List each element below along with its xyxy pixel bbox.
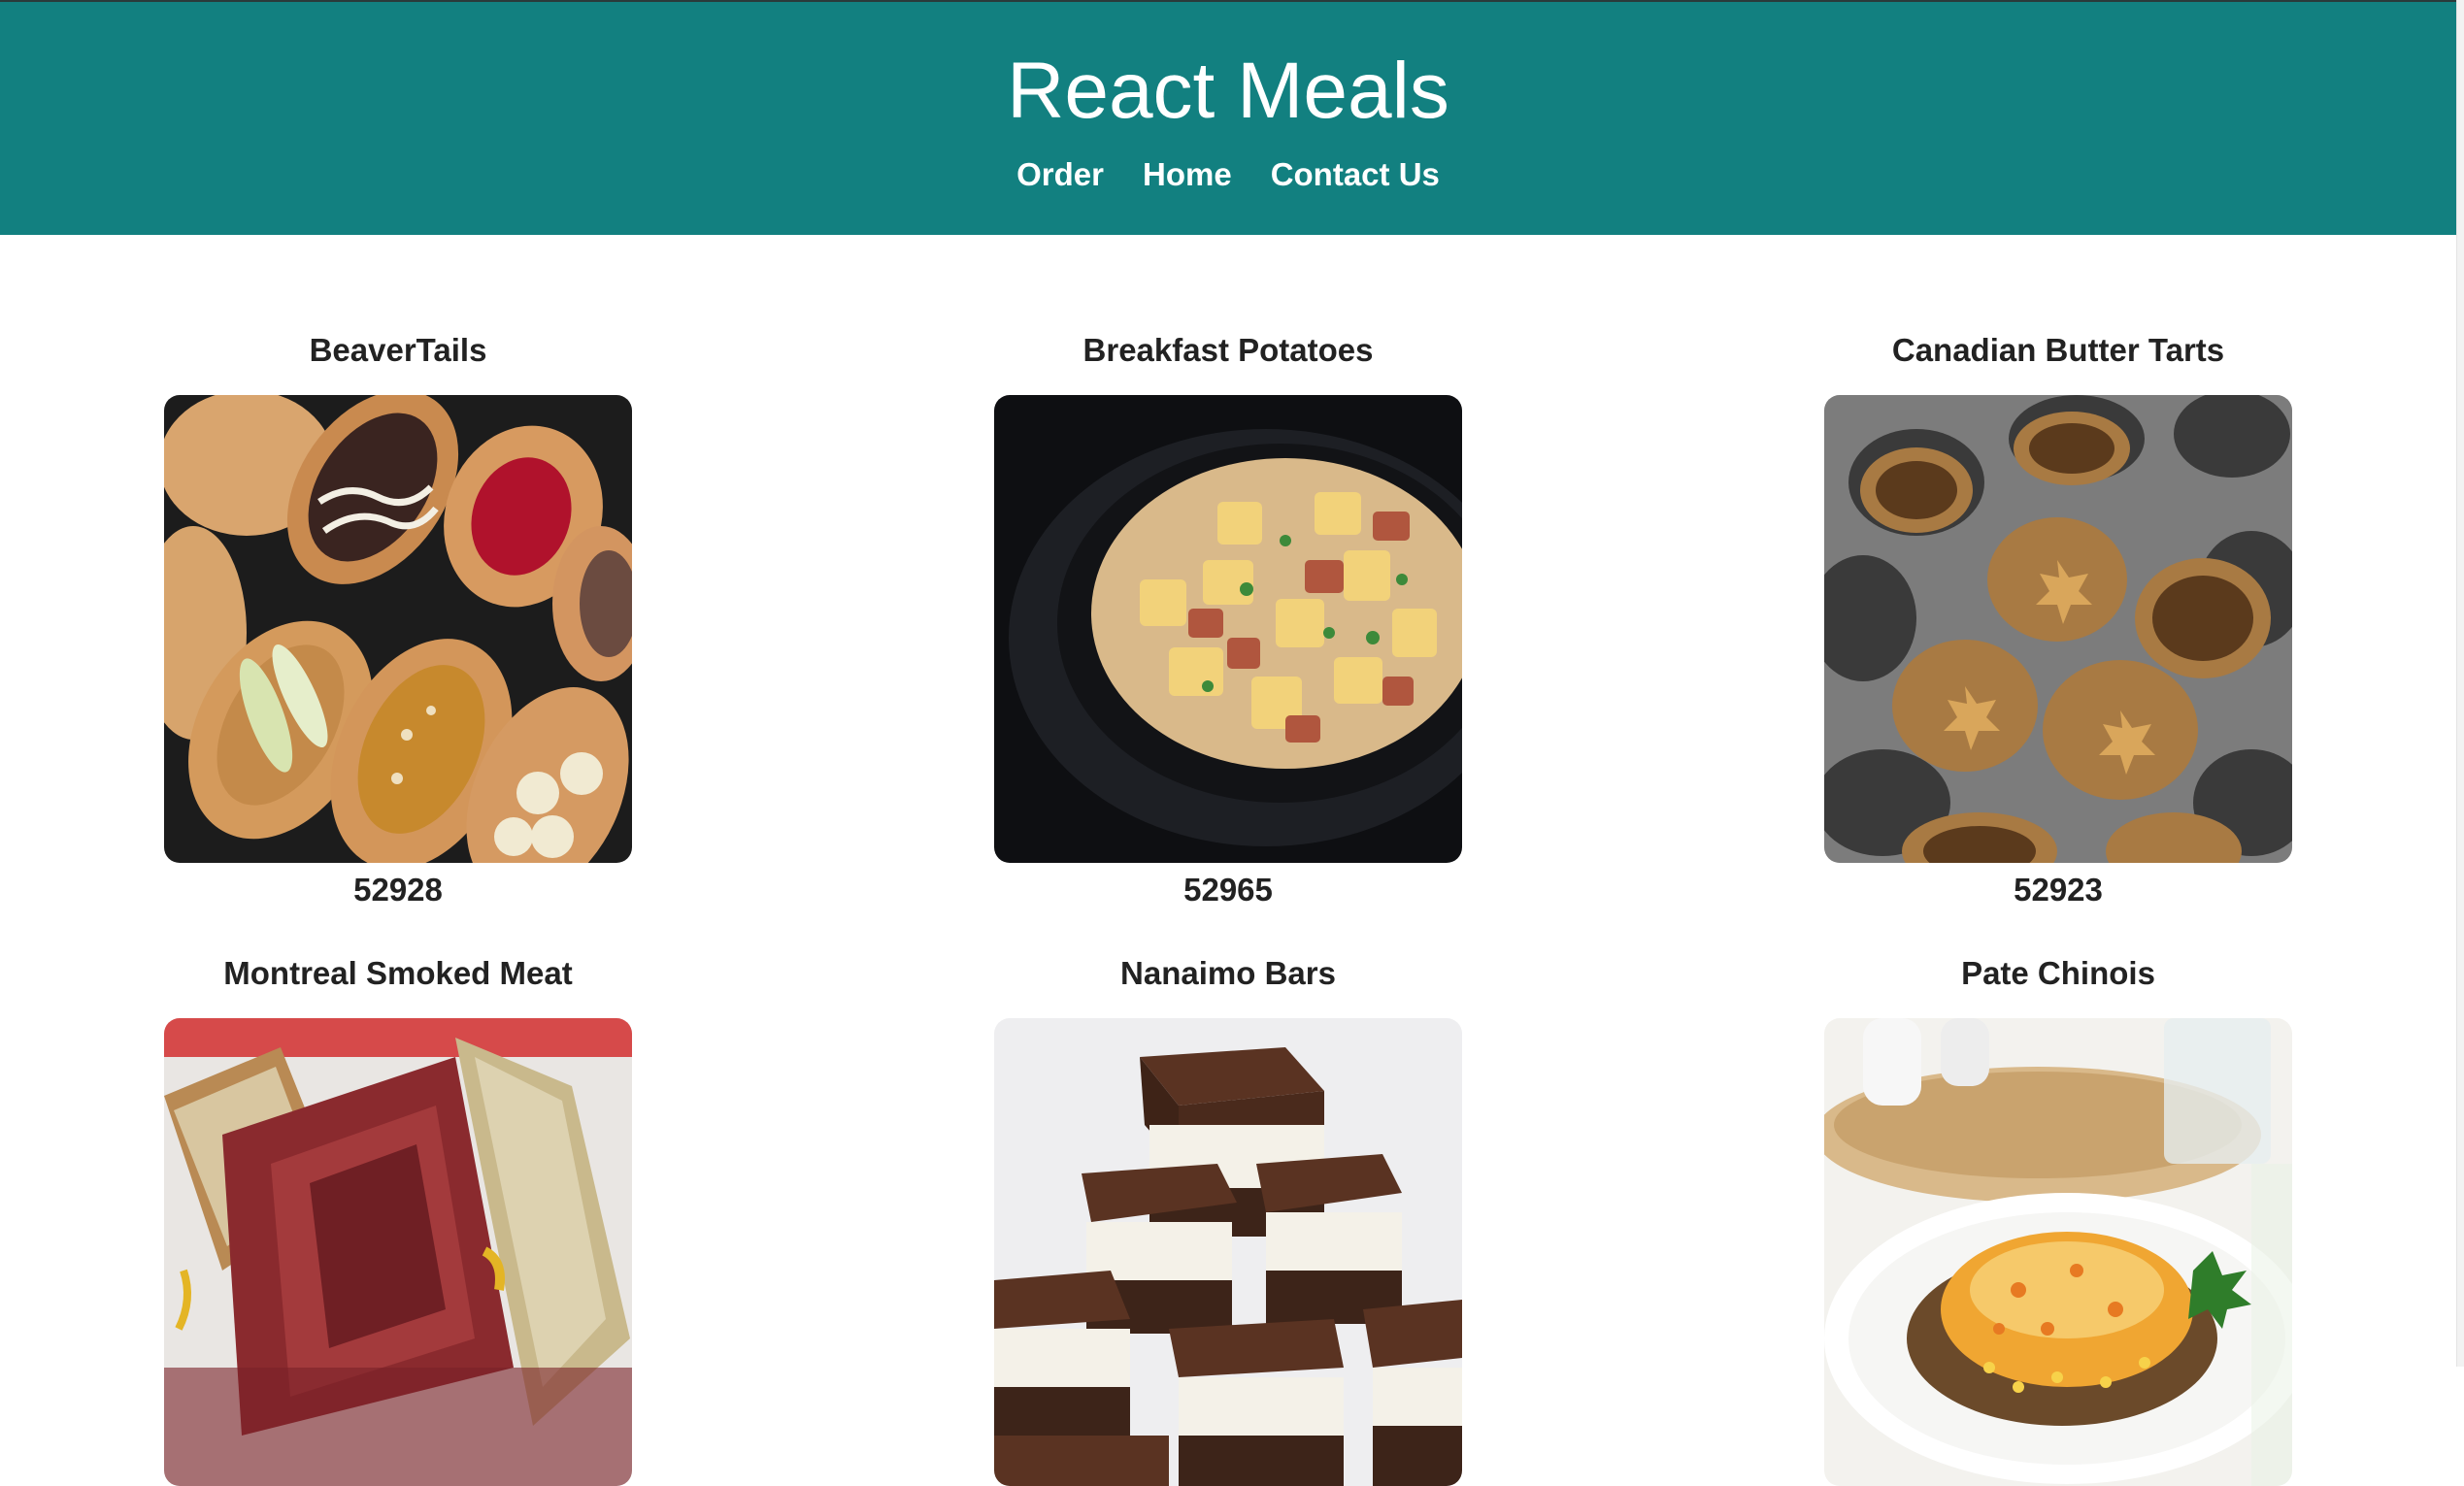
beavertails-photo[interactable]: [164, 395, 632, 863]
meal-card-beavertails[interactable]: BeaverTails 52928: [0, 327, 796, 911]
meal-card-montreal-smoked-meat[interactable]: Montreal Smoked Meat: [0, 950, 796, 1486]
meal-id: 52965: [1183, 872, 1273, 908]
app-header: React Meals Order Home Contact Us: [0, 2, 2456, 235]
nav-link-order[interactable]: Order: [1016, 151, 1104, 198]
meal-name: Montreal Smoked Meat: [223, 955, 573, 991]
scrollbar-track[interactable]: [2456, 0, 2464, 1367]
smoked-meat-photo[interactable]: [164, 1018, 632, 1486]
meal-name: Nanaimo Bars: [1120, 955, 1336, 991]
breakfast-potatoes-photo[interactable]: [994, 395, 1462, 863]
nanaimo-bars-photo[interactable]: [994, 1018, 1462, 1486]
app-title: React Meals: [1007, 47, 1449, 135]
meal-card-canadian-butter-tarts[interactable]: Canadian Butter Tarts 52923: [1660, 327, 2456, 911]
meal-id: 52928: [353, 872, 443, 908]
meal-card-breakfast-potatoes[interactable]: Breakfast Potatoes 52965: [830, 327, 1626, 911]
nav-link-home[interactable]: Home: [1143, 151, 1232, 198]
main-nav: Order Home Contact Us: [0, 151, 2456, 198]
meal-name: BeaverTails: [309, 332, 487, 368]
pate-chinois-photo[interactable]: [1824, 1018, 2292, 1486]
meal-card-pate-chinois[interactable]: Pate Chinois: [1660, 950, 2456, 1486]
nav-link-contact-us[interactable]: Contact Us: [1271, 151, 1440, 198]
meal-card-nanaimo-bars[interactable]: Nanaimo Bars: [830, 950, 1626, 1486]
meal-name: Pate Chinois: [1961, 955, 2155, 991]
meal-name: Breakfast Potatoes: [1082, 332, 1374, 368]
meal-name: Canadian Butter Tarts: [1891, 332, 2225, 368]
meal-id: 52923: [2014, 872, 2103, 908]
butter-tarts-photo[interactable]: [1824, 395, 2292, 863]
